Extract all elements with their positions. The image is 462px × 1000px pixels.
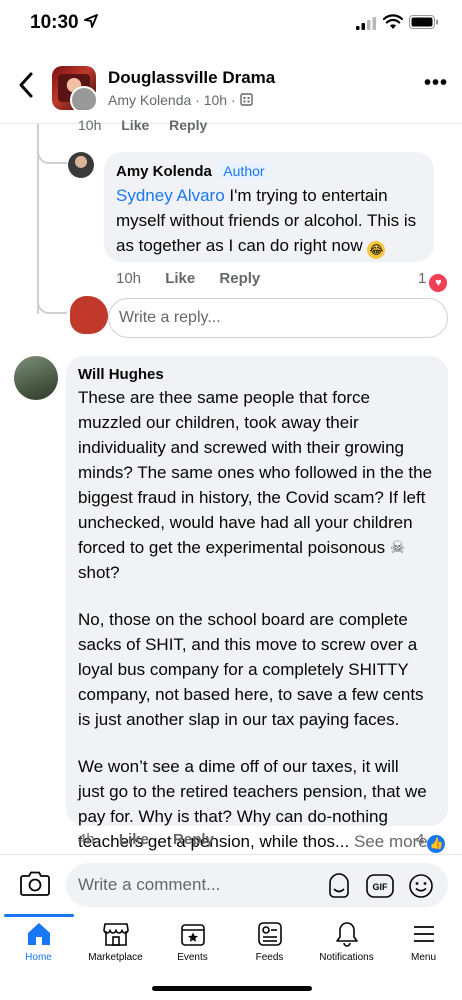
mention-link[interactable]: Sydney Alvaro: [116, 186, 225, 205]
comment-time: 4h: [78, 831, 95, 848]
gif-icon[interactable]: GIF: [366, 873, 394, 899]
comment-input[interactable]: Write a comment... GIF: [66, 863, 448, 907]
reply-input[interactable]: Write a reply...: [108, 298, 448, 338]
back-arrow-icon[interactable]: [16, 70, 36, 100]
comment-composer: Write a comment... GIF: [0, 854, 462, 914]
bell-icon: [335, 922, 358, 947]
more-options-icon[interactable]: •••: [424, 72, 448, 95]
poster-avatar: [70, 86, 96, 110]
tab-marketplace[interactable]: Marketplace: [77, 914, 154, 963]
wifi-icon: [383, 14, 403, 29]
reply-button[interactable]: Reply: [169, 120, 207, 133]
reaction-count: 1: [418, 270, 427, 287]
emoji-icon[interactable]: [408, 873, 434, 899]
comment-actions: 4h Like Reply: [78, 831, 234, 848]
comment-actions: 10h Like Reply: [116, 270, 280, 287]
skull-crossbones-icon: ☠: [389, 538, 406, 557]
post-byline: Amy Kolenda · 10h ·: [108, 92, 253, 108]
tab-home[interactable]: Home: [0, 914, 77, 963]
reaction-summary[interactable]: 1 ♥: [418, 270, 448, 292]
home-indicator: [152, 986, 312, 991]
avatar[interactable]: [14, 356, 58, 400]
marketplace-icon: [102, 923, 129, 946]
reaction-summary[interactable]: 4 👍: [416, 831, 446, 853]
cell-signal-icon: [356, 17, 376, 30]
battery-icon: [409, 15, 438, 29]
like-button[interactable]: Like: [165, 270, 195, 287]
group-name[interactable]: Douglassville Drama: [108, 68, 275, 88]
camera-icon[interactable]: [20, 870, 50, 896]
tab-events[interactable]: Events: [154, 914, 231, 963]
comment-text: Sydney Alvaro I'm trying to entertain my…: [116, 186, 417, 259]
comment-author[interactable]: Will Hughes: [78, 366, 436, 383]
location-arrow-icon: [84, 14, 98, 28]
author-badge: Author: [218, 162, 270, 180]
avatar: [70, 296, 108, 334]
byline-separator: ·: [195, 92, 200, 108]
tab-feeds[interactable]: Feeds: [231, 914, 308, 963]
comment-bubble[interactable]: Will Hughes These are thee same people t…: [66, 356, 448, 851]
thread-connector: [37, 124, 67, 164]
like-reaction-icon: 👍: [427, 835, 446, 853]
love-reaction-icon: ♥: [429, 274, 448, 292]
comment-placeholder: Write a comment...: [78, 875, 221, 894]
reply-button[interactable]: Reply: [173, 831, 214, 848]
laughing-emoji-icon: 😂: [367, 241, 386, 259]
like-button[interactable]: Like: [121, 120, 149, 133]
avatar[interactable]: [68, 152, 94, 178]
svg-text:GIF: GIF: [373, 882, 389, 892]
comment-text: These are thee same people that force mu…: [78, 388, 433, 851]
post-age: 10h: [203, 92, 228, 108]
reaction-count: 4: [416, 831, 425, 848]
byline-separator: ·: [230, 92, 236, 108]
home-icon: [27, 923, 50, 945]
previous-comment-actions: 10h Like Reply: [78, 120, 223, 134]
status-bar: 10:30: [0, 0, 462, 48]
comment-author[interactable]: Amy Kolenda: [116, 163, 212, 180]
menu-icon: [413, 926, 434, 942]
reply-button[interactable]: Reply: [219, 270, 260, 287]
like-button[interactable]: Like: [119, 831, 149, 848]
tab-notifications[interactable]: Notifications: [308, 914, 385, 963]
comment-bubble[interactable]: Amy Kolenda Author Sydney Alvaro I'm try…: [104, 152, 434, 262]
comment-time: 10h: [116, 270, 142, 287]
avatar-sticker-icon[interactable]: [326, 873, 352, 899]
status-time: 10:30: [30, 12, 79, 33]
post-header: Douglassville Drama Amy Kolenda · 10h · …: [0, 48, 462, 124]
comment-time: 10h: [78, 120, 102, 133]
group-privacy-icon: [239, 93, 253, 106]
poster-name[interactable]: Amy Kolenda: [108, 92, 191, 108]
feeds-icon: [257, 922, 282, 946]
group-avatar[interactable]: [52, 66, 96, 110]
thread-connector: [37, 290, 67, 314]
events-icon: [180, 924, 205, 946]
tab-menu[interactable]: Menu: [385, 914, 462, 963]
